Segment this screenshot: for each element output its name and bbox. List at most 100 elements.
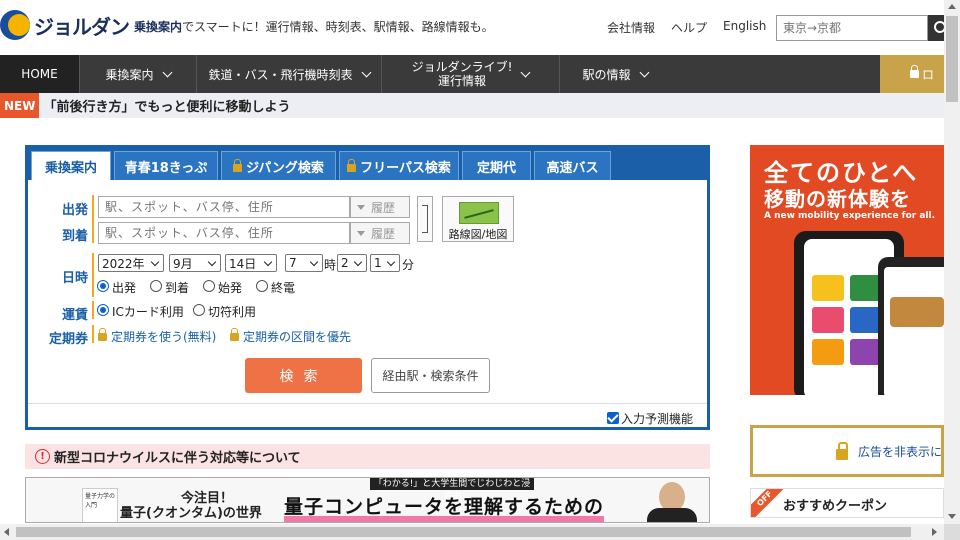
from-label: 出発 [61, 203, 88, 218]
banner-sub-text: 量子(クオンタム)の世界 [120, 506, 262, 521]
scroll-up-icon[interactable] [948, 4, 956, 9]
nav-home-label: HOME [21, 67, 58, 81]
horizontal-scroll-thumb[interactable] [16, 527, 911, 537]
route-map-button[interactable]: 路線図/地図 [442, 196, 514, 242]
scroll-down-icon[interactable] [948, 514, 956, 519]
radio-ticket[interactable] [193, 304, 205, 316]
lock-icon [347, 158, 357, 172]
search-button[interactable]: 検索 [245, 358, 362, 393]
fare-label: 運賃 [61, 308, 88, 323]
header-links: 会社情報 ヘルプ English [607, 19, 766, 36]
tagline-rest: でスマートに！運行情報、時刻表、駅情報、路線情報も。 [182, 20, 494, 34]
login-label: ロ [922, 67, 935, 82]
horizontal-scrollbar[interactable] [0, 524, 944, 540]
route-search-panel: 乗換案内 青春18きっぷ ジパング検索 フリーパス検索 定期代 高速バス 出発 … [25, 145, 710, 430]
site-logo[interactable]: ジョルダン [0, 10, 130, 40]
minute-tens-value: 2 [341, 256, 349, 270]
quantum-book-banner[interactable]: 量子力学の入門 今注目！ 量子(クオンタム)の世界 「わかる!」と大学生間でじわ… [25, 477, 710, 523]
route-map-label: 路線図/地図 [448, 228, 508, 241]
link-company[interactable]: 会社情報 [607, 19, 655, 36]
warning-icon: ! [35, 449, 50, 464]
nav-live[interactable]: ジョルダンライブ! 運行情報 [382, 55, 560, 93]
tab-transfer[interactable]: 乗換案内 [31, 151, 111, 180]
tab-commuter[interactable]: 定期代 [462, 151, 531, 180]
logo-mark-icon [0, 10, 30, 40]
predict-label: 入力予測機能 [621, 412, 694, 426]
nav-home[interactable]: HOME [0, 55, 80, 93]
ad-pass-card [812, 339, 844, 365]
coupon-section[interactable]: OFF おすすめクーポン [750, 488, 944, 518]
covid-notice-text: 新型コロナウイルスに伴う対応等について [54, 451, 301, 466]
lock-icon [98, 328, 107, 341]
vertical-scroll-thumb[interactable] [946, 16, 958, 102]
nav-live-line2: 運行情報 [437, 74, 486, 88]
news-text: 「前後行き方」でもっと便利に移動しよう [43, 100, 291, 115]
link-english[interactable]: English [723, 19, 766, 36]
tab-highway-bus[interactable]: 高速バス [534, 151, 611, 180]
search-conditions-button[interactable]: 経由駅・検索条件 [371, 358, 490, 393]
scroll-right-icon[interactable] [932, 528, 937, 536]
radio-departure-label: 出発 [112, 281, 137, 295]
tab-label: 青春18きっぷ [124, 160, 208, 176]
tab-freepass[interactable]: フリーパス検索 [339, 151, 459, 180]
nav-transfer[interactable]: 乗換案内 [80, 55, 197, 93]
logo-text: ジョルダン [34, 14, 130, 39]
prefer-pass-label: 定期券の区間を優先 [243, 330, 352, 344]
scroll-left-icon[interactable] [4, 528, 9, 536]
tab-label: フリーパス検索 [360, 160, 451, 176]
radio-last-train[interactable] [256, 280, 268, 292]
ad-pass-card [812, 307, 844, 333]
chevron-down-icon [150, 257, 160, 266]
radio-ticket-label: 切符利用 [208, 305, 257, 319]
lock-icon [836, 442, 848, 460]
tab-seishun18[interactable]: 青春18きっぷ [114, 151, 218, 180]
swap-stations-button[interactable] [417, 196, 433, 242]
day-select[interactable]: 14日 [225, 254, 277, 272]
minute-tens-select[interactable]: 2 [337, 254, 367, 272]
radio-first-train[interactable] [203, 280, 215, 292]
site-search-input[interactable] [776, 15, 928, 41]
year-select[interactable]: 2022年 [98, 254, 164, 272]
nav-timetable[interactable]: 鉄道・バス・飛行機時刻表 [197, 55, 382, 93]
nav-station[interactable]: 駅の情報 [560, 55, 670, 93]
radio-arrival[interactable] [150, 280, 162, 292]
ad-second-phone-screen [884, 267, 944, 395]
remove-ads-button[interactable]: 広告を非表示に [750, 425, 944, 477]
day-value: 14日 [229, 256, 257, 271]
chevron-down-icon [386, 257, 396, 266]
chevron-down-icon [520, 67, 531, 77]
radio-first-train-label: 始発 [218, 281, 243, 295]
tab-zipangu[interactable]: ジパング検索 [221, 151, 336, 180]
from-history-dropdown[interactable]: 履歴 [350, 196, 410, 218]
predict-checkbox[interactable] [607, 412, 619, 424]
tab-label: 乗換案内 [44, 160, 97, 176]
banner-main-text: 量子コンピュータを理解するための [284, 496, 605, 518]
login-button[interactable]: ロ [880, 55, 944, 93]
nav-station-label: 駅の情報 [582, 67, 631, 82]
datetime-label: 日時 [61, 271, 88, 286]
from-station-input[interactable] [98, 196, 350, 218]
covid-notice-link[interactable]: ! 新型コロナウイルスに伴う対応等について [25, 444, 710, 469]
radio-departure[interactable] [97, 280, 109, 292]
year-value: 2022年 [102, 256, 145, 271]
triangle-down-icon [357, 230, 365, 236]
chevron-down-icon [263, 257, 273, 266]
nav-transfer-label: 乗換案内 [105, 67, 154, 82]
vertical-scrollbar[interactable] [944, 0, 960, 524]
radio-ic-card[interactable] [97, 304, 109, 316]
radio-arrival-label: 到着 [165, 281, 190, 295]
news-bar[interactable]: NEW 「前後行き方」でもっと便利に移動しよう [0, 93, 944, 118]
search-icon[interactable] [928, 15, 944, 41]
hour-select[interactable]: 7 [285, 254, 323, 272]
ad-subtitle: A new mobility experience for all. [764, 211, 936, 221]
month-select[interactable]: 9月 [169, 254, 221, 272]
to-history-dropdown[interactable]: 履歴 [350, 222, 410, 244]
minute-ones-select[interactable]: 1 [370, 254, 400, 272]
prefer-pass-link[interactable]: 定期券の区間を優先 [230, 328, 351, 345]
use-pass-link[interactable]: 定期券を使う(無料) [98, 328, 216, 345]
chevron-down-icon [639, 67, 649, 77]
nav-live-line1: ジョルダンライブ! [411, 60, 513, 74]
to-station-input[interactable] [98, 222, 350, 244]
link-help[interactable]: ヘルプ [671, 19, 707, 36]
mobility-ad[interactable]: 全てのひとへ 移動の新体験を A new mobility experience… [750, 145, 944, 395]
